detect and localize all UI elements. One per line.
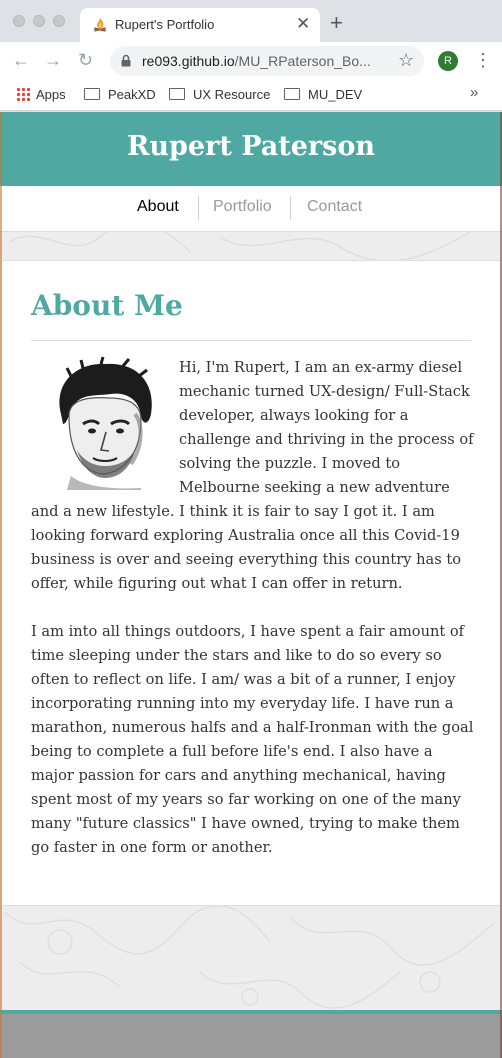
bookmark-label: PeakXD (108, 87, 156, 102)
new-tab-button[interactable]: + (330, 12, 343, 34)
bookmark-label: MU_DEV (308, 87, 363, 102)
nav-link-about[interactable]: About (137, 198, 179, 216)
reload-icon[interactable]: ↻ (78, 50, 93, 70)
window-edge (0, 112, 2, 1058)
about-paragraph-1: Hi, I'm Rupert, I am an ex-army diesel m… (31, 359, 474, 592)
bookmark-ux-resource[interactable]: UX Resource (169, 85, 270, 105)
url-host: re093.github.io (142, 53, 235, 69)
more-bookmarks-button[interactable]: » (470, 84, 478, 101)
bookmark-mu-dev[interactable]: MU_DEV (284, 85, 362, 105)
tab-close-icon[interactable]: ✕ (296, 14, 310, 34)
site-header: Rupert Paterson (0, 112, 502, 186)
campfire-icon (94, 18, 106, 32)
back-arrow-icon[interactable]: ← (12, 50, 30, 70)
window-close-button[interactable] (13, 15, 25, 27)
nav-divider (290, 196, 291, 220)
bookmarks-bar: Apps PeakXD UX Resource MU_DEV » (0, 80, 502, 111)
nav-divider (198, 196, 199, 220)
site-title: Rupert Paterson (126, 131, 375, 162)
tab-title: Rupert's Portfolio (115, 17, 215, 32)
site-nav: About Portfolio Contact (0, 186, 502, 232)
url-text: re093.github.io/MU_RPaterson_Bo... (142, 53, 388, 69)
forward-arrow-icon[interactable]: → (44, 50, 62, 70)
section-heading: About Me (31, 289, 183, 322)
bookmark-label: UX Resource (193, 87, 271, 102)
browser-toolbar: ← → ↻ re093.github.io/MU_RPaterson_Bo...… (0, 42, 502, 80)
site-footer (0, 1014, 502, 1058)
address-bar[interactable]: re093.github.io/MU_RPaterson_Bo... ☆ (110, 46, 424, 76)
browser-tab[interactable]: Rupert's Portfolio ✕ (80, 8, 320, 42)
bookmark-peakxd[interactable]: PeakXD (84, 85, 156, 105)
nav-link-contact[interactable]: Contact (307, 198, 362, 216)
folder-icon (169, 88, 185, 100)
bookmark-label: Apps (36, 87, 66, 102)
tab-strip: Rupert's Portfolio ✕ + (0, 0, 502, 42)
window-minimize-button[interactable] (33, 15, 45, 27)
profile-avatar[interactable]: R (438, 51, 458, 71)
about-section: About Me Hi, I'm Rupert, I am an ex-army… (2, 260, 500, 906)
bookmark-apps[interactable]: Apps (16, 85, 66, 105)
nav-link-portfolio[interactable]: Portfolio (213, 198, 272, 216)
lock-icon (121, 54, 131, 67)
folder-icon (84, 88, 100, 100)
bookmark-star-icon[interactable]: ☆ (398, 50, 414, 71)
page-viewport: Rupert Paterson About Portfolio Contact … (0, 112, 502, 1058)
about-paragraph-2: I am into all things outdoors, I have sp… (31, 623, 474, 856)
folder-icon (284, 88, 300, 100)
window-maximize-button[interactable] (53, 15, 65, 27)
divider (31, 340, 471, 341)
browser-chrome: Rupert's Portfolio ✕ + ← → ↻ re093.githu… (0, 0, 502, 112)
browser-menu-icon[interactable]: ⋮ (474, 50, 492, 70)
apps-grid-icon (16, 87, 30, 101)
url-path: /MU_RPaterson_Bo... (234, 53, 371, 69)
